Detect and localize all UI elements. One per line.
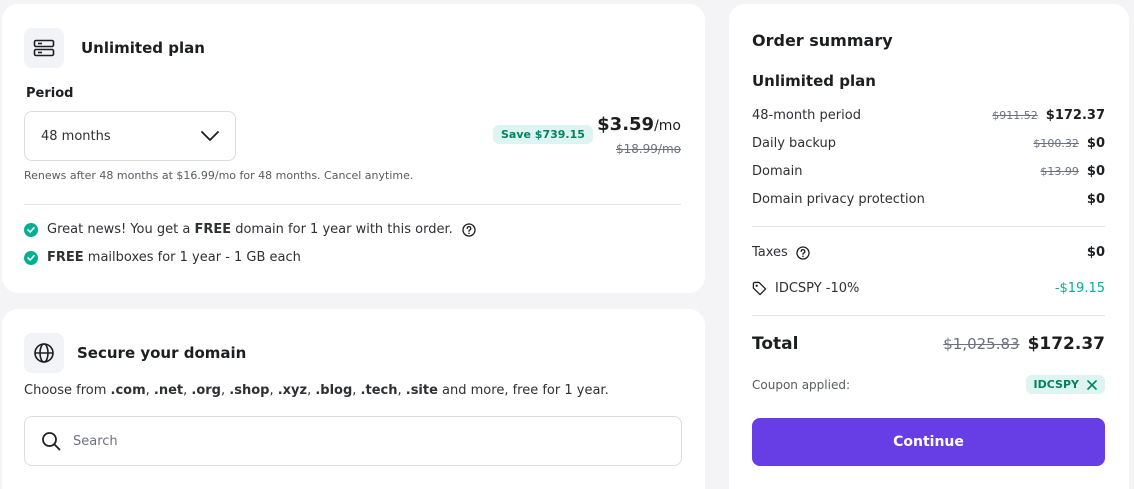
row-old-price: $911.52	[992, 109, 1038, 122]
globe-icon-box	[24, 333, 64, 373]
help-circle-icon[interactable]	[462, 222, 476, 237]
tld-com: .com	[110, 383, 146, 398]
row-label: Domain	[752, 164, 803, 179]
domain-card: Secure your domain Choose from .com, .ne…	[2, 309, 705, 489]
plan-price: $3.59/mo	[597, 114, 681, 135]
tld-site: .site	[405, 383, 438, 398]
tld-shop: .shop	[229, 383, 270, 398]
taxes-value: $0	[1086, 245, 1105, 260]
row-label: Daily backup	[752, 136, 837, 151]
row-price: $172.37	[1045, 108, 1105, 123]
benefit-2-text: FREE mailboxes for 1 year - 1 GB each	[47, 250, 301, 265]
coupon-label: Coupon applied:	[752, 377, 851, 392]
benefit-free-mailboxes: FREE mailboxes for 1 year - 1 GB each	[24, 250, 301, 265]
summary-row-period: 48-month period $911.52 $172.37	[752, 108, 1105, 123]
summary-row-coupon: Coupon applied: IDCSPY	[752, 375, 1105, 394]
coupon-code: IDCSPY	[1033, 378, 1079, 391]
save-badge: Save $739.15	[493, 125, 593, 144]
plan-divider	[24, 204, 681, 205]
row-old-price: $13.99	[1040, 165, 1079, 178]
row-label: Domain privacy protection	[752, 192, 925, 207]
discount-value: -$19.15	[1054, 281, 1105, 296]
chevron-down-icon	[201, 131, 219, 141]
domain-desc-post: and more, free for 1 year.	[437, 383, 609, 398]
taxes-label: Taxes	[752, 245, 788, 260]
plan-title: Unlimited plan	[81, 39, 205, 57]
domain-title: Secure your domain	[77, 344, 247, 362]
plan-price-value: $3.59	[597, 114, 655, 135]
summary-row-backup: Daily backup $100.32 $0	[752, 136, 1105, 151]
tag-icon	[752, 281, 767, 296]
benefit-1-pre: Great news! You get a	[47, 222, 195, 237]
summary-title: Order summary	[752, 31, 893, 50]
globe-icon	[34, 343, 54, 363]
domain-search-input[interactable]	[73, 433, 665, 449]
row-price: $0	[1086, 136, 1105, 151]
help-circle-icon[interactable]	[796, 245, 810, 260]
total-old-price: $1,025.83	[943, 335, 1020, 353]
summary-row-taxes: Taxes $0	[752, 245, 1105, 260]
tld-org: .org	[191, 383, 221, 398]
server-icon	[33, 39, 55, 57]
domain-search[interactable]	[24, 416, 682, 466]
summary-divider-2	[752, 315, 1105, 316]
period-label: Period	[26, 86, 74, 101]
summary-row-total: Total $1,025.83 $172.37	[752, 334, 1105, 354]
continue-button[interactable]: Continue	[752, 418, 1105, 466]
discount-label: IDCSPY -10%	[775, 281, 860, 296]
row-label: 48-month period	[752, 108, 861, 123]
plan-old-price: $18.99/mo	[615, 142, 681, 156]
period-select-value: 48 months	[41, 128, 111, 144]
benefit-free-domain: Great news! You get a FREE domain for 1 …	[24, 222, 476, 237]
tld-net: .net	[153, 383, 184, 398]
coupon-chip: IDCSPY	[1025, 375, 1105, 394]
benefit-2-post: mailboxes for 1 year - 1 GB each	[83, 250, 301, 265]
plan-card: Unlimited plan Period 48 months Save $73…	[2, 4, 705, 293]
total-label: Total	[752, 334, 799, 354]
benefit-1-bold: FREE	[194, 222, 232, 237]
summary-row-privacy: Domain privacy protection $0	[752, 192, 1105, 207]
order-summary-card: Order summary Unlimited plan 48-month pe…	[729, 4, 1129, 489]
close-icon[interactable]	[1087, 379, 1097, 390]
tld-tech: .tech	[360, 383, 398, 398]
summary-divider-1	[752, 226, 1105, 227]
period-select[interactable]: 48 months	[24, 111, 236, 161]
row-old-price: $100.32	[1033, 137, 1079, 150]
tld-xyz: .xyz	[277, 383, 308, 398]
tld-blog: .blog	[315, 383, 353, 398]
benefit-1-post: domain for 1 year with this order.	[231, 222, 453, 237]
check-circle-icon	[24, 222, 38, 237]
search-icon	[42, 432, 61, 451]
domain-desc-pre: Choose from	[24, 383, 111, 398]
summary-row-discount: IDCSPY -10% -$19.15	[752, 281, 1105, 296]
total-price: $172.37	[1027, 334, 1105, 354]
domain-description: Choose from .com, .net, .org, .shop, .xy…	[24, 383, 609, 398]
server-icon-box	[24, 28, 64, 68]
row-price: $0	[1086, 192, 1105, 207]
summary-row-domain: Domain $13.99 $0	[752, 164, 1105, 179]
benefit-1-text: Great news! You get a FREE domain for 1 …	[47, 222, 453, 237]
summary-plan-name: Unlimited plan	[752, 72, 876, 90]
plan-price-unit: /mo	[654, 118, 681, 134]
row-price: $0	[1086, 164, 1105, 179]
benefit-2-bold: FREE	[47, 250, 84, 265]
check-circle-icon	[24, 250, 38, 265]
renew-note: Renews after 48 months at $16.99/mo for …	[24, 169, 414, 182]
